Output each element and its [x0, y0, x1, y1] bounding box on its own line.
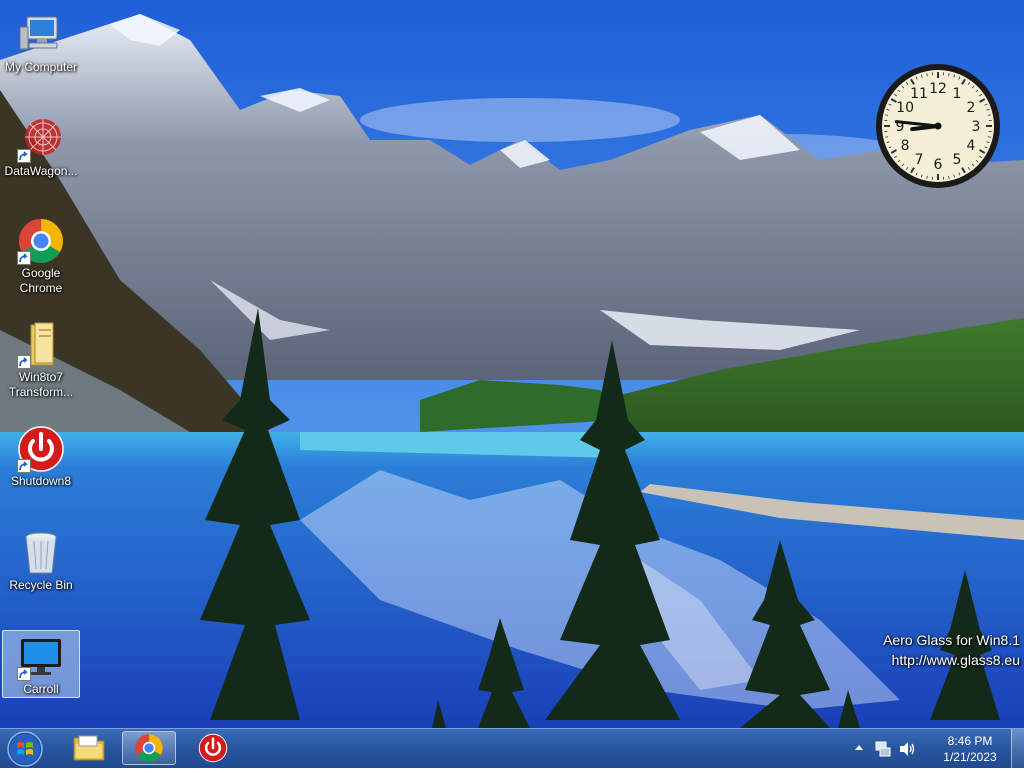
- watermark-url: http://www.glass8.eu: [883, 650, 1020, 670]
- power-icon: [17, 425, 65, 473]
- taskbar-shutdown8-button[interactable]: [186, 731, 240, 765]
- desktop-icon-label: Recycle Bin: [3, 578, 79, 593]
- shortcut-arrow-icon: [17, 251, 31, 265]
- folder-icon: [17, 321, 65, 369]
- chrome-icon: [17, 217, 65, 265]
- desktop-icon-win8to7-transformation[interactable]: Win8to7 Transform...: [2, 318, 80, 401]
- desktop-icon-my-computer[interactable]: My Computer: [2, 8, 80, 76]
- recycle-bin-icon: [17, 529, 65, 577]
- desktop-icon-google-chrome[interactable]: Google Chrome: [2, 214, 80, 297]
- desktop-icon-label: Shutdown8: [3, 474, 79, 489]
- network-icon[interactable]: [874, 740, 892, 763]
- desktop-icon-label: DataWagon...: [3, 164, 79, 179]
- clock-numeral: 5: [953, 152, 962, 168]
- clock-numeral: 11: [910, 86, 928, 102]
- desktop-icon-datawagon[interactable]: DataWagon...: [2, 112, 80, 180]
- folder-icon: [73, 734, 105, 762]
- clock-numeral: 1: [953, 86, 962, 102]
- datawagon-icon: [17, 115, 65, 163]
- clock-numeral: 7: [915, 152, 924, 168]
- desktop-wallpaper: [0, 0, 1024, 728]
- shortcut-arrow-icon: [17, 355, 31, 369]
- system-tray: 8:46 PM 1/21/2023: [854, 729, 1024, 769]
- desktop-icon-label: Carroll: [3, 682, 79, 697]
- computer-icon: [17, 11, 65, 59]
- clock-numeral: 12: [929, 81, 947, 97]
- clock-numeral: 8: [901, 138, 910, 154]
- volume-icon[interactable]: [898, 740, 916, 763]
- desktop-icon-label: Win8to7 Transform...: [3, 370, 79, 400]
- monitor-icon: [17, 633, 65, 681]
- taskbar: 8:46 PM 1/21/2023: [0, 728, 1024, 768]
- shortcut-arrow-icon: [17, 459, 31, 473]
- show-desktop-button[interactable]: [1011, 729, 1024, 769]
- clock-numeral: 4: [966, 138, 975, 154]
- taskbar-time: 8:46 PM: [930, 733, 1010, 749]
- clock-numeral: 2: [966, 100, 975, 116]
- start-button[interactable]: [5, 730, 45, 768]
- chrome-icon: [134, 733, 164, 763]
- watermark-title: Aero Glass for Win8.1: [883, 630, 1020, 650]
- desktop-icon-label: My Computer: [3, 60, 79, 75]
- taskbar-file-explorer-button[interactable]: [62, 731, 116, 765]
- aero-glass-watermark: Aero Glass for Win8.1 http://www.glass8.…: [883, 630, 1020, 670]
- power-icon: [198, 733, 228, 763]
- clock-numeral: 10: [896, 100, 914, 116]
- clock-numeral: 6: [934, 157, 943, 173]
- desktop-icon-carroll[interactable]: Carroll: [2, 630, 80, 698]
- taskbar-google-chrome-button[interactable]: [122, 731, 176, 765]
- show-hidden-icons-arrow-icon[interactable]: [854, 741, 864, 760]
- taskbar-date: 1/21/2023: [930, 749, 1010, 765]
- desktop-icon-shutdown8[interactable]: Shutdown8: [2, 422, 80, 490]
- shortcut-arrow-icon: [17, 149, 31, 163]
- desktop-icon-label: Google Chrome: [3, 266, 79, 296]
- desktop-icon-recycle-bin[interactable]: Recycle Bin: [2, 526, 80, 594]
- shortcut-arrow-icon: [17, 667, 31, 681]
- clock-gadget[interactable]: 121234567891011: [874, 62, 1002, 190]
- clock-numeral: 3: [972, 119, 981, 135]
- taskbar-clock[interactable]: 8:46 PM 1/21/2023: [930, 733, 1010, 765]
